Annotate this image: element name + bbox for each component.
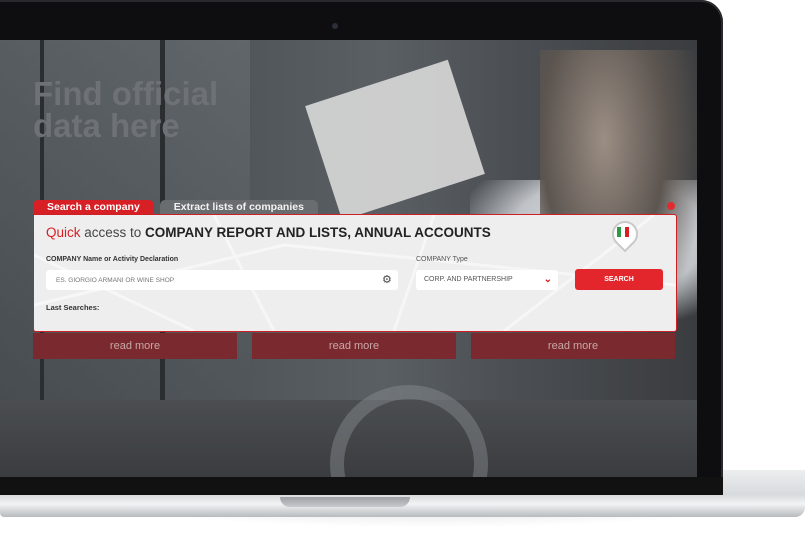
company-type-value: CORP. AND PARTNERSHIP bbox=[424, 276, 513, 283]
search-panel: Quick access to COMPANY REPORT AND LISTS… bbox=[33, 214, 677, 332]
company-type-select[interactable]: CORP. AND PARTNERSHIP ⌄ bbox=[416, 270, 558, 290]
panel-title: Quick access to COMPANY REPORT AND LISTS… bbox=[46, 225, 491, 240]
company-type-label: COMPANY Type bbox=[416, 256, 468, 263]
gear-icon[interactable]: ⚙ bbox=[382, 273, 392, 286]
hero-headline: Find official data here bbox=[33, 75, 219, 144]
read-more-button[interactable]: read more bbox=[252, 333, 456, 359]
background-logo-icon bbox=[330, 385, 488, 477]
panel-title-access: access to bbox=[80, 225, 146, 240]
search-tabs: Search a company Extract lists of compan… bbox=[33, 200, 318, 214]
company-name-input[interactable] bbox=[46, 270, 398, 290]
tab-extract-lists[interactable]: Extract lists of companies bbox=[159, 200, 318, 214]
search-button[interactable]: SEARCH bbox=[575, 269, 663, 290]
website-screen: Find official data here Search a company… bbox=[0, 40, 697, 477]
laptop-bottom-bezel bbox=[0, 477, 723, 495]
read-more-row: read more read more read more bbox=[33, 333, 675, 359]
chevron-down-icon: ⌄ bbox=[543, 274, 552, 285]
camera-icon bbox=[332, 23, 338, 29]
read-more-button[interactable]: read more bbox=[33, 333, 237, 359]
panel-title-quick: Quick bbox=[46, 225, 81, 240]
last-searches-label: Last Searches: bbox=[46, 303, 100, 312]
read-more-button[interactable]: read more bbox=[471, 333, 675, 359]
close-icon[interactable] bbox=[667, 202, 675, 210]
flag-icon bbox=[617, 227, 629, 237]
panel-title-main: COMPANY REPORT AND LISTS, ANNUAL ACCOUNT… bbox=[145, 225, 491, 240]
tab-search-company[interactable]: Search a company bbox=[33, 200, 154, 214]
company-name-label: COMPANY Name or Activity Declaration bbox=[46, 256, 179, 263]
laptop-opening-notch bbox=[280, 497, 410, 507]
background-document bbox=[305, 59, 485, 221]
